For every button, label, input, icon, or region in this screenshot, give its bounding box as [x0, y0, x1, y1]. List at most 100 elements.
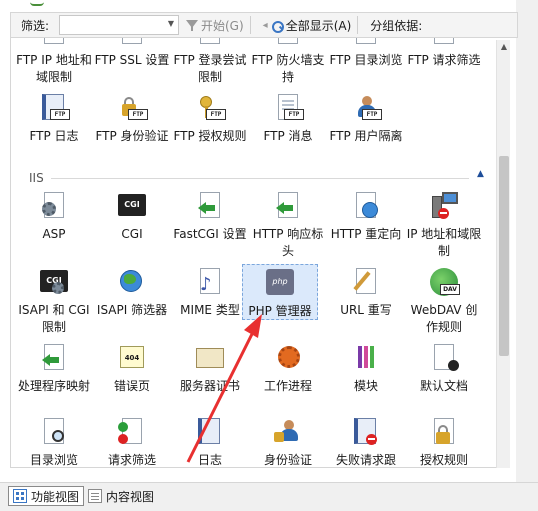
- feature-label: 日志: [197, 453, 222, 467]
- view-tabs-bar: 功能视图 内容视图: [0, 482, 538, 511]
- feature-label: FTP 日志: [29, 129, 79, 143]
- feature-label: FTP 用户隔离: [329, 129, 403, 143]
- default-document-icon: [428, 342, 460, 374]
- ftp-auth-icon: FTP: [116, 92, 148, 124]
- scroll-thumb[interactable]: [499, 156, 509, 356]
- request-filtering-icon: [116, 416, 148, 448]
- feature-label: 错误页: [113, 379, 150, 393]
- filter-input[interactable]: ▼: [59, 15, 179, 35]
- feature-label: 工作进程: [263, 379, 312, 393]
- feature-item-ip-domain-restrictions[interactable]: IP 地址和域限制: [405, 190, 483, 260]
- feature-item-request-filtering[interactable]: 请求筛选: [93, 416, 171, 467]
- group-by-button[interactable]: 分组依据:: [370, 17, 422, 34]
- feature-label: FTP IP 地址和域限制: [16, 53, 92, 84]
- feature-item-ftp-log[interactable]: FTP FTP 日志: [15, 92, 93, 145]
- show-all-arrow-icon: ◂: [262, 19, 268, 31]
- feature-item-webdav-rules[interactable]: DAV WebDAV 创作规则: [405, 266, 483, 336]
- feature-label: FTP 登录尝试限制: [173, 53, 247, 84]
- feature-item-ftp-logon-attempts[interactable]: FTP 登录尝试限制: [171, 38, 249, 86]
- feature-label: FTP 防火墙支持: [251, 53, 325, 84]
- filter-label: 筛选:: [21, 18, 50, 33]
- feature-item-logging[interactable]: 日志: [171, 416, 249, 467]
- feature-item-ftp-ssl[interactable]: FTP SSL 设置: [93, 38, 171, 69]
- tab-features-view[interactable]: 功能视图: [8, 486, 85, 506]
- feature-item-cgi[interactable]: CGI CGI: [93, 190, 171, 243]
- feature-item-mime-types[interactable]: ♪ MIME 类型: [171, 266, 249, 319]
- feature-item-ftp-authorization[interactable]: FTP FTP 授权规则: [171, 92, 249, 145]
- authorization-rules-icon: [428, 416, 460, 448]
- ftp-directory-browsing-icon: [350, 38, 382, 48]
- vertical-scrollbar[interactable]: ▲: [496, 40, 510, 468]
- scroll-up-icon[interactable]: ▲: [497, 40, 511, 54]
- group-title: IIS: [29, 171, 44, 185]
- feature-item-ftp-ip-restrictions[interactable]: FTP IP 地址和域限制: [15, 38, 93, 86]
- show-all-icon: [270, 18, 284, 33]
- feature-label: FTP SSL 设置: [94, 53, 170, 67]
- feature-item-modules[interactable]: 模块: [327, 342, 405, 395]
- feature-label: FTP 目录浏览: [329, 53, 403, 67]
- feature-item-isapi-filters[interactable]: ISAPI 筛选器: [93, 266, 171, 319]
- feature-item-error-pages[interactable]: 404 错误页: [93, 342, 171, 395]
- http-redirect-icon: [350, 190, 382, 222]
- webdav-icon: DAV: [428, 266, 460, 298]
- feature-item-http-redirect[interactable]: HTTP 重定向: [327, 190, 405, 243]
- feature-item-url-rewrite[interactable]: URL 重写: [327, 266, 405, 319]
- feature-item-asp[interactable]: ASP: [15, 190, 93, 243]
- feature-label: WebDAV 创作规则: [410, 303, 478, 334]
- feature-label: FTP 消息: [263, 129, 313, 143]
- feature-item-authentication[interactable]: 身份验证: [249, 416, 327, 467]
- feature-item-handler-mappings[interactable]: 处理程序映射: [15, 342, 93, 395]
- feature-label: 模块: [353, 379, 378, 393]
- start-button[interactable]: 开始(G): [185, 17, 244, 34]
- feature-item-ftp-directory-browsing[interactable]: FTP 目录浏览: [327, 38, 405, 69]
- directory-browsing-icon: [38, 416, 70, 448]
- group-divider: [51, 178, 469, 179]
- feature-item-default-document[interactable]: 默认文档: [405, 342, 483, 395]
- worker-processes-icon: [272, 342, 304, 374]
- feature-label: 处理程序映射: [17, 379, 90, 393]
- authentication-icon: [272, 416, 304, 448]
- feature-item-isapi-cgi-restrictions[interactable]: CGI ISAPI 和 CGI 限制: [15, 266, 93, 336]
- tab-label: 内容视图: [106, 489, 155, 504]
- iis-manager-window: 筛选: ▼ 开始(G) ◂ 全部显示(A) 分组依据: FTP IP 地址和域限…: [0, 0, 538, 511]
- show-all-button[interactable]: ◂ 全部显示(A): [262, 17, 351, 34]
- top-strip: [0, 0, 538, 10]
- feature-item-ftp-authentication[interactable]: FTP FTP 身份验证: [93, 92, 171, 145]
- group-header-iis[interactable]: IIS ▲: [11, 169, 495, 187]
- logging-icon: [194, 416, 226, 448]
- feature-item-ftp-firewall[interactable]: FTP 防火墙支持: [249, 38, 327, 86]
- filter-toolbar: 筛选: ▼ 开始(G) ◂ 全部显示(A) 分组依据:: [10, 12, 518, 38]
- feature-item-failed-request-tracing[interactable]: 失败请求跟: [327, 416, 405, 467]
- collapse-icon[interactable]: ▲: [477, 169, 484, 179]
- feature-item-http-response-headers[interactable]: HTTP 响应标头: [249, 190, 327, 260]
- feature-item-authorization-rules[interactable]: 授权规则: [405, 416, 483, 467]
- feature-item-php-manager[interactable]: php PHP 管理器: [242, 264, 318, 320]
- http-headers-icon: [272, 190, 304, 222]
- feature-item-fastcgi[interactable]: FastCGI 设置: [171, 190, 249, 243]
- feature-list-panel: FTP IP 地址和域限制 FTP SSL 设置 FTP 登录尝试限制 FTP …: [10, 38, 510, 468]
- feature-label: ISAPI 和 CGI 限制: [18, 303, 90, 334]
- feature-item-worker-processes[interactable]: 工作进程: [249, 342, 327, 395]
- ftp-authz-icon: FTP: [194, 92, 226, 124]
- feature-label: URL 重写: [340, 303, 392, 317]
- feature-label: ASP: [42, 227, 66, 241]
- tab-content-view[interactable]: 内容视图: [84, 486, 158, 506]
- asp-icon: [38, 190, 70, 222]
- modules-icon: [350, 342, 382, 374]
- failed-request-tracing-icon: [350, 416, 382, 448]
- feature-item-directory-browsing[interactable]: 目录浏览: [15, 416, 93, 467]
- feature-label: 服务器证书: [179, 379, 240, 393]
- feature-label: HTTP 重定向: [330, 227, 402, 241]
- feature-item-ftp-request-filtering[interactable]: FTP 请求筛选: [405, 38, 483, 69]
- ftp-message-icon: FTP: [272, 92, 304, 124]
- feature-item-ftp-user-isolation[interactable]: FTP FTP 用户隔离: [327, 92, 405, 145]
- feature-item-ftp-messages[interactable]: FTP FTP 消息: [249, 92, 327, 145]
- window-edge: [516, 0, 538, 482]
- handler-mappings-icon: [38, 342, 70, 374]
- filter-dropdown-icon[interactable]: ▼: [166, 19, 176, 31]
- feature-item-server-certificates[interactable]: 服务器证书: [171, 342, 249, 395]
- cgi-icon: CGI: [116, 190, 148, 222]
- ftp-firewall-icon: [272, 38, 304, 48]
- ftp-request-filtering-icon: [428, 38, 460, 48]
- feature-label: 失败请求跟: [335, 453, 396, 467]
